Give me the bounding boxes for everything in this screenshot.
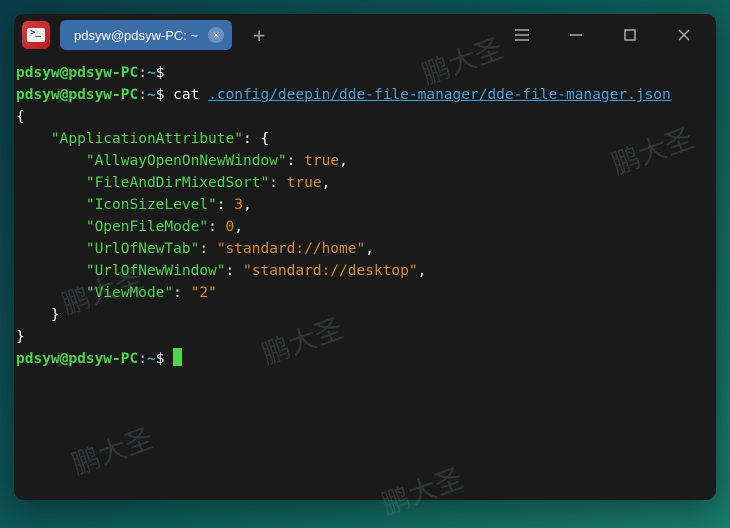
tab-close-button[interactable]: × [208,27,224,43]
tab-title: pdsyw@pdsyw-PC: ~ [74,28,198,43]
menu-button[interactable] [498,14,546,56]
json-line: "OpenFileMode": 0, [16,216,714,238]
maximize-icon [624,29,636,41]
terminal-tab[interactable]: pdsyw@pdsyw-PC: ~ × [60,20,232,50]
close-button[interactable] [660,14,708,56]
json-line: "UrlOfNewWindow": "standard://desktop", [16,260,714,282]
minimize-button[interactable] [552,14,600,56]
terminal-output[interactable]: pdsyw@pdsyw-PC:~$ pdsyw@pdsyw-PC:~$ cat … [14,56,716,376]
prompt-cursor-line: pdsyw@pdsyw-PC:~$ [16,348,714,370]
close-icon [678,29,690,41]
command-line: pdsyw@pdsyw-PC:~$ cat .config/deepin/dde… [16,84,714,106]
maximize-button[interactable] [606,14,654,56]
json-open: { [16,106,714,128]
cursor [173,348,182,366]
json-line: "ApplicationAttribute": { [16,128,714,150]
json-line: "FileAndDirMixedSort": true, [16,172,714,194]
json-line: "IconSizeLevel": 3, [16,194,714,216]
json-line: } [16,304,714,326]
json-line: "UrlOfNewTab": "standard://home", [16,238,714,260]
hamburger-icon [515,29,529,41]
json-line: "AllwayOpenOnNewWindow": true, [16,150,714,172]
json-close: } [16,326,714,348]
prompt-line: pdsyw@pdsyw-PC:~$ [16,62,714,84]
minimize-icon [570,29,582,41]
new-tab-button[interactable]: + [244,20,274,50]
titlebar: pdsyw@pdsyw-PC: ~ × + [14,14,716,56]
terminal-app-icon [22,21,50,49]
terminal-window: pdsyw@pdsyw-PC: ~ × + pdsyw@pdsyw-PC:~$ … [14,14,716,500]
json-line: "ViewMode": "2" [16,282,714,304]
